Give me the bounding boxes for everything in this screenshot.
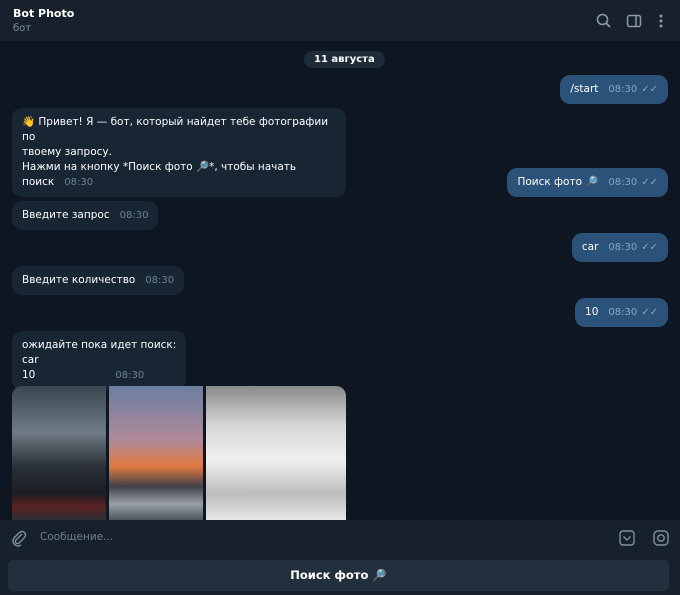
date-separator: 11 августа [304,51,385,68]
attach-icon[interactable] [10,529,28,547]
photo-car-3[interactable] [206,386,346,520]
search-photo-button[interactable]: Поиск фото 🔎 [8,560,669,591]
message-time: 08:30 [608,242,638,253]
message-time: 08:30 [145,275,175,286]
message-text: Введите запрос [22,209,110,221]
message-time: 08:30 [64,177,94,188]
message-time: 08:30 [115,370,145,381]
sticker-icon[interactable] [652,529,670,547]
message-text: car [581,241,599,253]
sidebar-toggle-icon[interactable] [625,12,643,30]
read-checkmarks-icon: ✓✓ [641,307,658,318]
message-text: /start [570,83,599,95]
more-icon[interactable] [652,12,670,30]
message-text: твоему запросу. [22,146,112,158]
photo-car-1[interactable] [12,386,106,520]
read-checkmarks-icon: ✓✓ [641,242,658,253]
photo-car-2[interactable] [109,386,203,520]
message-time: 08:30 [608,84,638,95]
message-outgoing[interactable]: car 08:30 ✓✓ [571,233,668,262]
read-checkmarks-icon: ✓✓ [641,177,658,188]
message-input-bar: Сообщение... [0,520,680,556]
message-text: 10 [585,306,599,318]
search-icon[interactable] [595,12,613,30]
message-time: 08:30 [119,210,149,221]
message-input[interactable]: Сообщение... [40,531,113,543]
chat-header: Bot Photo бот [0,0,680,42]
message-incoming[interactable]: 👋 Привет! Я — бот, который найдет тебе ф… [12,108,346,197]
message-text: 10 [22,369,36,381]
message-outgoing[interactable]: Поиск фото 🔎 08:30 ✓✓ [507,168,668,197]
message-text: Поиск фото 🔎 [517,176,599,188]
message-text: Введите количество [22,274,136,286]
message-incoming[interactable]: Введите количество 08:30 [12,266,185,295]
bot-keyboard-icon[interactable] [618,529,636,547]
message-text: 👋 Привет! Я — бот, который найдет тебе ф… [22,116,329,143]
message-outgoing[interactable]: /start 08:30 ✓✓ [560,75,668,104]
chat-subtitle: бот [13,23,32,34]
message-text: car [22,354,39,366]
reply-keyboard: Поиск фото 🔎 [0,556,680,595]
photo-album [12,386,346,520]
message-time: 08:30 [608,307,638,318]
message-outgoing[interactable]: 10 08:30 ✓✓ [575,298,668,327]
read-checkmarks-icon: ✓✓ [641,84,658,95]
chat-title[interactable]: Bot Photo [13,7,74,20]
message-incoming[interactable]: Введите запрос 08:30 [12,201,159,230]
message-text: ожидайте пока идет поиск: [22,339,177,351]
message-time: 08:30 [608,177,638,188]
message-incoming[interactable]: ожидайте пока идет поиск: car 10 08:30 [12,331,187,390]
